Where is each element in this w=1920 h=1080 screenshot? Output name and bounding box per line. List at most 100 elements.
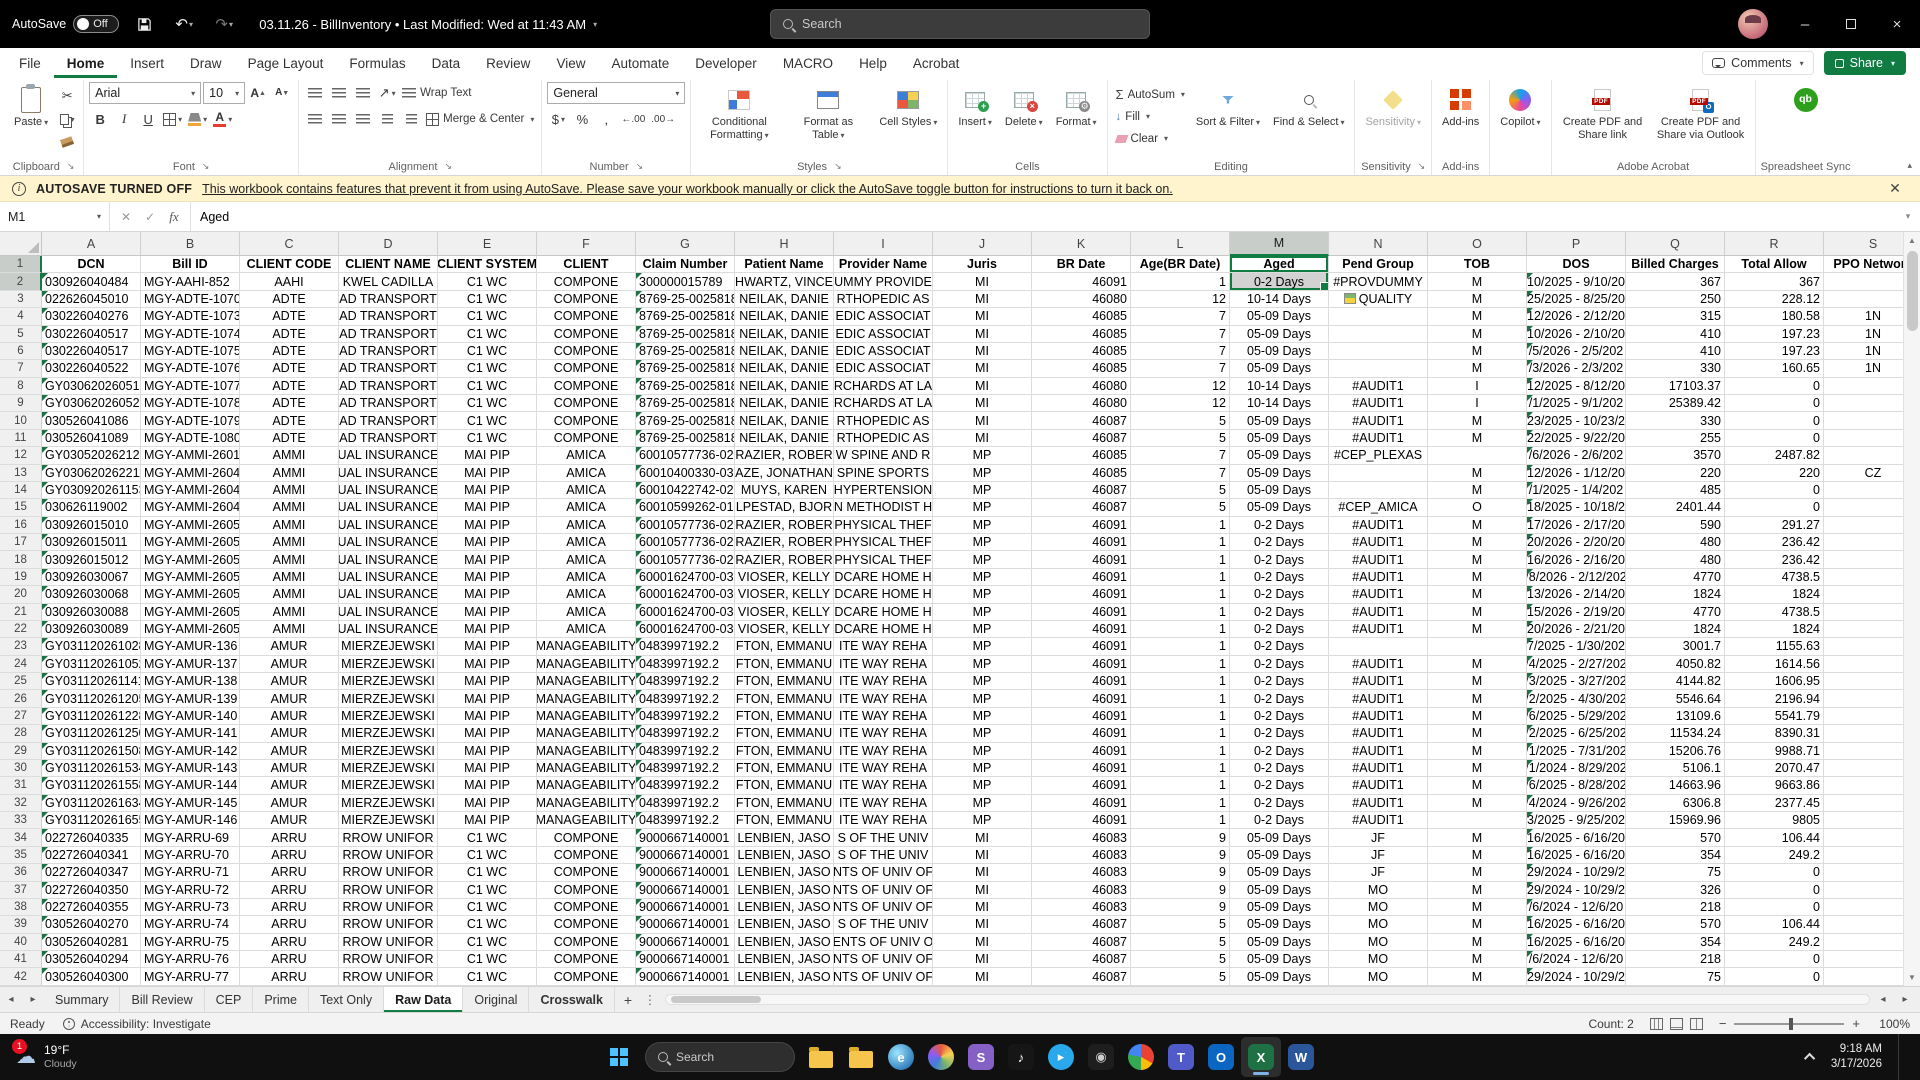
cell-P12[interactable]: /6/2026 - 2/6/202 xyxy=(1527,447,1626,465)
cell-F13[interactable]: AMICA xyxy=(537,464,636,482)
cell-C39[interactable]: ARRU xyxy=(240,916,339,934)
cell-K41[interactable]: 46087 xyxy=(1032,951,1131,969)
cell-M28[interactable]: 0-2 Days xyxy=(1230,725,1329,743)
cell-A4[interactable]: 030226040276 xyxy=(42,308,141,326)
cell-Q16[interactable]: 590 xyxy=(1626,516,1725,534)
taskbar-icon-word[interactable]: W xyxy=(1281,1037,1321,1077)
titlebar-search-input[interactable]: Search xyxy=(770,9,1150,39)
cell-G7[interactable]: 8769-25-0025818 xyxy=(636,360,735,378)
cell-F7[interactable]: COMPONE xyxy=(537,360,636,378)
cell-E7[interactable]: C1 WC xyxy=(438,360,537,378)
cell-J13[interactable]: MP xyxy=(933,464,1032,482)
cell-J37[interactable]: MI xyxy=(933,881,1032,899)
cell-A38[interactable]: 022726040355 xyxy=(42,898,141,917)
cell-E17[interactable]: MAI PIP xyxy=(438,534,537,552)
ribbon-tab-review[interactable]: Review xyxy=(473,48,543,78)
cell-M7[interactable]: 05-09 Days xyxy=(1230,360,1329,378)
autosum-button[interactable]: Σ AutoSum ▾ xyxy=(1113,84,1188,105)
cell-D4[interactable]: AD TRANSPORT xyxy=(339,308,438,326)
cell-P28[interactable]: /2/2025 - 6/25/202 xyxy=(1527,725,1626,743)
cell-D12[interactable]: UAL INSURANCE xyxy=(339,447,438,465)
cell-Q14[interactable]: 485 xyxy=(1626,481,1725,500)
cell-P10[interactable]: 23/2025 - 10/23/2 xyxy=(1527,412,1626,430)
cell-D33[interactable]: MIERZEJEWSKI xyxy=(339,812,438,830)
cell-J18[interactable]: MP xyxy=(933,551,1032,569)
cell-E29[interactable]: MAI PIP xyxy=(438,742,537,760)
cell-C10[interactable]: ADTE xyxy=(240,412,339,430)
cell-Q40[interactable]: 354 xyxy=(1626,933,1725,951)
cell-F33[interactable]: MANAGEABILITY xyxy=(537,812,636,830)
cell-M26[interactable]: 0-2 Days xyxy=(1230,690,1329,708)
cell-K9[interactable]: 46080 xyxy=(1032,395,1131,413)
bold-button[interactable]: B xyxy=(89,108,111,130)
column-header-S[interactable]: S xyxy=(1824,232,1903,256)
cell-L30[interactable]: 1 xyxy=(1131,759,1230,778)
cell-F24[interactable]: MANAGEABILITY xyxy=(537,655,636,673)
add-sheet-button[interactable]: + xyxy=(615,987,641,1012)
cell-P13[interactable]: 12/2026 - 1/12/20 xyxy=(1527,464,1626,482)
align-right-button[interactable] xyxy=(352,108,374,130)
cell-M1[interactable]: Aged xyxy=(1230,256,1329,274)
number-dialog-launcher[interactable]: ↘ xyxy=(636,161,644,172)
cell-M19[interactable]: 0-2 Days xyxy=(1230,568,1329,587)
cell-H40[interactable]: LENBIEN, JASO xyxy=(735,933,834,951)
cell-J39[interactable]: MI xyxy=(933,916,1032,934)
shrink-font-button[interactable]: A ▼ xyxy=(271,82,293,104)
cell-R12[interactable]: 2487.82 xyxy=(1725,447,1824,465)
cell-M8[interactable]: 10-14 Days xyxy=(1230,377,1329,395)
cell-L9[interactable]: 12 xyxy=(1131,395,1230,413)
cell-A14[interactable]: GY030920261153 xyxy=(42,481,141,500)
sheet-more-icon[interactable]: ⋮ xyxy=(641,987,659,1012)
cell-M4[interactable]: 05-09 Days xyxy=(1230,308,1329,326)
cell-M17[interactable]: 0-2 Days xyxy=(1230,534,1329,552)
row-header-40[interactable]: 40 xyxy=(0,933,42,951)
cell-F22[interactable]: AMICA xyxy=(537,620,636,639)
cell-P18[interactable]: 16/2026 - 2/16/20 xyxy=(1527,551,1626,569)
cell-C28[interactable]: AMUR xyxy=(240,725,339,743)
cell-A19[interactable]: 030926030067 xyxy=(42,568,141,587)
row-header-2[interactable]: 2 xyxy=(0,273,42,291)
align-top-button[interactable] xyxy=(304,82,326,104)
cell-I40[interactable]: ENTS OF UNIV O xyxy=(834,933,933,951)
cell-Q41[interactable]: 218 xyxy=(1626,951,1725,969)
cell-A5[interactable]: 030226040517 xyxy=(42,325,141,343)
cell-G23[interactable]: 0483997192.2 xyxy=(636,638,735,656)
cell-R6[interactable]: 197.23 xyxy=(1725,342,1824,361)
cell-H30[interactable]: FTON, EMMANU xyxy=(735,759,834,778)
cell-K28[interactable]: 46091 xyxy=(1032,725,1131,743)
cell-R29[interactable]: 9988.71 xyxy=(1725,742,1824,760)
cell-G3[interactable]: 8769-25-0025818 xyxy=(636,290,735,309)
cell-L6[interactable]: 7 xyxy=(1131,342,1230,361)
cell-N1[interactable]: Pend Group xyxy=(1329,256,1428,274)
cell-I29[interactable]: ITE WAY REHA xyxy=(834,742,933,760)
page-layout-view-icon[interactable] xyxy=(1669,1017,1683,1030)
cell-B8[interactable]: MGY-ADTE-1077 xyxy=(141,377,240,395)
italic-button[interactable]: I xyxy=(113,108,135,130)
cell-D41[interactable]: RROW UNIFOR xyxy=(339,951,438,969)
cell-E25[interactable]: MAI PIP xyxy=(438,673,537,691)
cell-B7[interactable]: MGY-ADTE-1076 xyxy=(141,360,240,378)
cell-G21[interactable]: 60001624700-03 xyxy=(636,603,735,621)
cell-C33[interactable]: AMUR xyxy=(240,812,339,830)
cell-Q15[interactable]: 2401.44 xyxy=(1626,499,1725,517)
cell-H41[interactable]: LENBIEN, JASO xyxy=(735,951,834,969)
cell-K40[interactable]: 46087 xyxy=(1032,933,1131,951)
cell-N10[interactable]: #AUDIT1 xyxy=(1329,412,1428,430)
cell-A1[interactable]: DCN xyxy=(42,256,141,274)
cell-B12[interactable]: MGY-AMMI-2601 xyxy=(141,447,240,465)
cell-Q18[interactable]: 480 xyxy=(1626,551,1725,569)
cell-Q19[interactable]: 4770 xyxy=(1626,568,1725,587)
cell-I18[interactable]: PHYSICAL THEF xyxy=(834,551,933,569)
sheet-tab-prime[interactable]: Prime xyxy=(253,987,309,1012)
cell-H17[interactable]: RAZIER, ROBER xyxy=(735,534,834,552)
collapse-ribbon-icon[interactable]: ▴ xyxy=(1907,160,1912,171)
cell-O38[interactable]: M xyxy=(1428,898,1527,917)
cell-S24[interactable] xyxy=(1824,655,1903,673)
cell-E11[interactable]: C1 WC xyxy=(438,429,537,448)
cell-C5[interactable]: ADTE xyxy=(240,325,339,343)
cell-M15[interactable]: 05-09 Days xyxy=(1230,499,1329,517)
cell-L32[interactable]: 1 xyxy=(1131,794,1230,812)
cell-J23[interactable]: MP xyxy=(933,638,1032,656)
select-all-corner[interactable] xyxy=(0,232,42,256)
cell-H37[interactable]: LENBIEN, JASO xyxy=(735,881,834,899)
